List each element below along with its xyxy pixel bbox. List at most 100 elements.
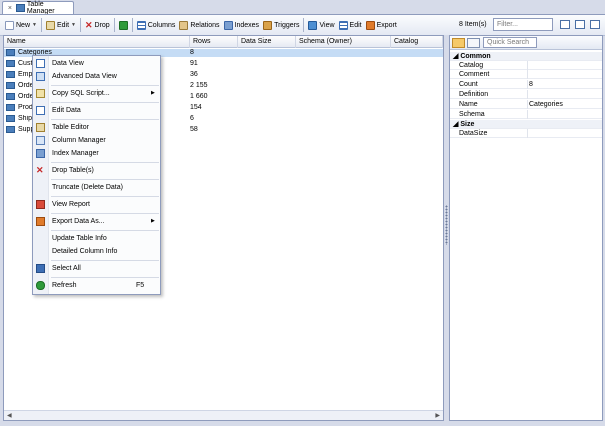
index-icon <box>36 149 45 158</box>
edit-button[interactable]: Edit ▼ <box>44 17 78 33</box>
property-row[interactable]: Definition <box>450 90 602 99</box>
property-key: Schema <box>459 110 528 119</box>
relations-button[interactable]: Relations <box>177 17 221 33</box>
property-key: Definition <box>459 90 528 99</box>
indexes-button[interactable]: Indexes <box>222 17 262 33</box>
menu-item-refresh[interactable]: Refresh F5 <box>33 279 160 292</box>
menu-item-index-manager[interactable]: Index Manager <box>33 147 160 160</box>
menu-item-truncate[interactable]: Truncate (Delete Data) <box>33 181 160 194</box>
toolbar-separator <box>303 18 305 32</box>
sort-alpha-icon[interactable] <box>467 38 480 48</box>
layout-panel-icon[interactable] <box>590 20 600 29</box>
edit-data-button[interactable]: Edit <box>337 17 364 33</box>
menu-item-label: Truncate (Delete Data) <box>52 184 123 191</box>
layout-split-icon[interactable] <box>575 20 585 29</box>
menu-item-advanced-data-view[interactable]: Advanced Data View <box>33 70 160 83</box>
toolbar: New ▼ Edit ▼ ✕ Drop Columns Relations In… <box>0 14 605 36</box>
property-category[interactable]: ◢ Common <box>450 52 602 61</box>
toolbar-separator <box>40 18 42 32</box>
edit-data-icon <box>36 106 45 115</box>
property-row[interactable]: Count 8 <box>450 80 602 89</box>
new-label: New <box>16 21 31 29</box>
menu-item-label: Select All <box>52 265 81 272</box>
scroll-right-icon[interactable]: ▶ <box>435 412 440 419</box>
layout-grid-icon[interactable] <box>560 20 570 29</box>
view-icon <box>308 20 318 30</box>
menu-item-export-data-as[interactable]: Export Data As... ▶ <box>33 215 160 228</box>
columns-label: Columns <box>147 21 176 29</box>
refresh-icon <box>36 281 45 290</box>
categorized-icon[interactable] <box>452 38 465 48</box>
column-header-schema[interactable]: Schema (Owner) <box>296 36 391 48</box>
property-row[interactable]: Comment <box>450 70 602 79</box>
edit-data-label: Edit <box>349 21 362 29</box>
property-value: Categories <box>529 101 563 108</box>
menu-item-update-table-info[interactable]: Update Table Info <box>33 232 160 245</box>
column-header-catalog[interactable]: Catalog <box>391 36 443 48</box>
refresh-button[interactable] <box>117 17 130 33</box>
filter-input[interactable]: Filter... <box>493 18 553 31</box>
columns-button[interactable]: Columns <box>135 17 178 33</box>
view-button[interactable]: View <box>306 17 336 33</box>
property-value <box>529 110 602 119</box>
horizontal-scrollbar[interactable]: ◀ ▶ <box>4 410 443 420</box>
column-header-data-size[interactable]: Data Size <box>238 36 296 48</box>
columns-icon <box>36 136 45 145</box>
menu-item-edit-data[interactable]: Edit Data <box>33 104 160 117</box>
menu-item-label: Detailed Column Info <box>52 248 118 255</box>
pencil-icon <box>36 123 45 132</box>
column-header-rows[interactable]: Rows <box>190 36 238 48</box>
edit-label: Edit <box>56 21 70 29</box>
menu-item-label: Export Data As... <box>52 218 105 225</box>
property-row[interactable]: Schema <box>450 110 602 119</box>
drop-label: Drop <box>94 21 110 29</box>
relations-icon <box>179 20 189 30</box>
menu-separator <box>51 213 159 214</box>
table-icon <box>6 115 15 122</box>
menu-item-copy-sql-script[interactable]: Copy SQL Script... ▶ <box>33 87 160 100</box>
close-icon[interactable]: × <box>6 5 14 12</box>
property-value <box>529 70 602 79</box>
menu-item-label: Copy SQL Script... <box>52 90 110 97</box>
scroll-left-icon[interactable]: ◀ <box>7 412 12 419</box>
menu-item-data-view[interactable]: Data View <box>33 57 160 70</box>
menu-separator <box>51 196 159 197</box>
property-row[interactable]: Name Categories <box>450 100 602 109</box>
property-category[interactable]: ◢ Size <box>450 120 602 129</box>
context-menu: Data View Advanced Data View Copy SQL Sc… <box>32 55 161 295</box>
menu-item-detailed-column-info[interactable]: Detailed Column Info <box>33 245 160 258</box>
table-icon <box>15 4 25 12</box>
new-button[interactable]: New ▼ <box>3 17 39 33</box>
category-name: Common <box>460 53 491 60</box>
export-label: Export <box>376 21 397 29</box>
menu-item-view-report[interactable]: View Report <box>33 198 160 211</box>
tab-table-manager[interactable]: × Table Manager <box>2 1 74 15</box>
menu-item-select-all[interactable]: Select All <box>33 262 160 275</box>
toolbar-separator <box>79 18 81 32</box>
index-icon <box>223 20 233 30</box>
menu-item-drop-tables[interactable]: ✕ Drop Table(s) <box>33 164 160 177</box>
relations-label: Relations <box>190 21 220 29</box>
cell-rows: 6 <box>190 115 194 122</box>
refresh-icon <box>118 20 128 30</box>
report-icon <box>36 200 45 209</box>
indexes-label: Indexes <box>234 21 260 29</box>
menu-item-label: Data View <box>52 60 84 67</box>
triggers-button[interactable]: Triggers <box>261 17 301 33</box>
table-icon <box>6 71 15 78</box>
new-icon <box>5 20 14 30</box>
column-header-name[interactable]: Name <box>4 36 190 48</box>
drop-button[interactable]: ✕ Drop <box>83 17 112 33</box>
quick-search-input[interactable]: Quick Search <box>483 37 537 48</box>
property-key: Count <box>459 80 528 89</box>
property-toolbar: Quick Search <box>450 36 602 50</box>
export-button[interactable]: Export <box>364 17 399 33</box>
property-row[interactable]: Catalog <box>450 61 602 70</box>
property-row[interactable]: DataSize <box>450 129 602 138</box>
columns-icon <box>136 20 146 30</box>
category-label: ◢ Size <box>453 121 475 128</box>
menu-item-table-editor[interactable]: Table Editor <box>33 121 160 134</box>
menu-item-label: Column Manager <box>52 137 106 144</box>
menu-item-column-manager[interactable]: Column Manager <box>33 134 160 147</box>
grid-icon <box>36 59 45 68</box>
